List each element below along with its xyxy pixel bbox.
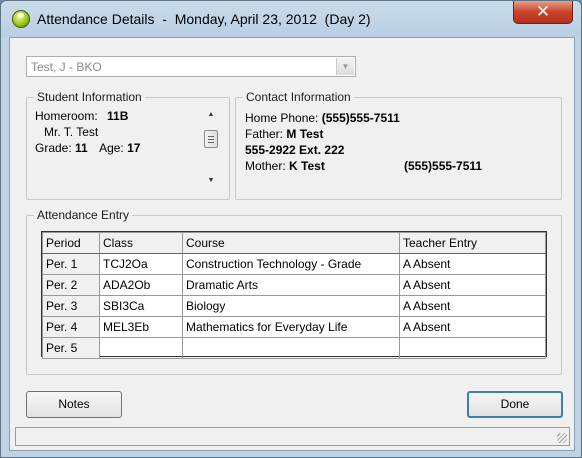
class-cell[interactable]: MEL3Eb — [99, 316, 183, 338]
teacher-entry-cell[interactable]: A Absent — [399, 253, 546, 275]
class-cell[interactable]: ADA2Ob — [99, 274, 183, 296]
course-cell[interactable]: Mathematics for Everyday Life — [182, 316, 400, 338]
father-label: Father: — [245, 127, 284, 141]
teacher-entry-cell[interactable]: A Absent — [399, 295, 546, 317]
scroll-down-arrow-icon[interactable]: ▼ — [201, 174, 221, 188]
notes-button[interactable]: Notes — [26, 391, 122, 418]
table-row[interactable]: Per. 2 ADA2Ob Dramatic Arts A Absent — [42, 274, 546, 296]
home-phone-label: Home Phone: — [245, 111, 319, 125]
period-cell[interactable]: Per. 3 — [42, 295, 100, 317]
course-cell[interactable]: Construction Technology - Grade — [182, 253, 400, 275]
age-label: Age: — [99, 141, 124, 155]
scroll-up-arrow-icon[interactable]: ▲ — [201, 108, 221, 122]
father-line: Father: M Test — [245, 127, 323, 141]
homeroom-line: Homeroom: 11B — [35, 109, 128, 123]
scroll-thumb[interactable] — [204, 130, 218, 148]
mother-label: Mother: — [245, 159, 286, 173]
class-cell[interactable]: TCJ2Oa — [99, 253, 183, 275]
column-header-teacher-entry[interactable]: Teacher Entry — [399, 232, 546, 254]
student-info-scrollbar[interactable]: ▲ ▼ — [201, 108, 221, 188]
resize-grip-icon[interactable] — [557, 433, 567, 443]
age-value: 17 — [127, 141, 141, 155]
contact-information-legend: Contact Information — [243, 90, 354, 104]
course-cell[interactable] — [182, 337, 400, 359]
period-cell[interactable]: Per. 5 — [42, 337, 100, 359]
mother-value: K Test — [289, 159, 325, 173]
column-header-class[interactable]: Class — [99, 232, 183, 254]
table-row[interactable]: Per. 3 SBI3Ca Biology A Absent — [42, 295, 546, 317]
window-title: Attendance Details - Monday, April 23, 2… — [37, 11, 371, 27]
homeroom-value: 11B — [107, 109, 129, 123]
teacher-entry-cell[interactable]: A Absent — [399, 274, 546, 296]
class-cell[interactable] — [99, 337, 183, 359]
table-row[interactable]: Per. 1 TCJ2Oa Construction Technology - … — [42, 253, 546, 275]
table-row[interactable]: Per. 5 — [42, 337, 546, 359]
contact-information-group: Contact Information Home Phone: (555)555… — [235, 90, 562, 200]
table-row[interactable]: Per. 4 MEL3Eb Mathematics for Everyday L… — [42, 316, 546, 338]
course-cell[interactable]: Biology — [182, 295, 400, 317]
student-information-group: Student Information Homeroom: 11B Mr. T.… — [26, 90, 230, 200]
period-cell[interactable]: Per. 2 — [42, 274, 100, 296]
column-header-course[interactable]: Course — [182, 232, 400, 254]
homeroom-teacher: Mr. T. Test — [44, 125, 99, 139]
home-phone-value: (555)555-7511 — [321, 111, 400, 125]
attendance-entry-legend: Attendance Entry — [34, 208, 133, 222]
app-icon — [12, 10, 30, 28]
course-cell[interactable]: Dramatic Arts — [182, 274, 400, 296]
dialog-body: Test, J - BKO ▼ Student Information Home… — [9, 37, 575, 451]
grade-value: 11 — [75, 141, 88, 155]
attendance-table[interactable]: Period Class Course Teacher Entry Per. 1… — [41, 231, 547, 359]
teacher-entry-cell[interactable] — [399, 337, 546, 359]
mother-line: Mother: K Test — [245, 159, 325, 173]
home-phone-line: Home Phone: (555)555-7511 — [245, 111, 400, 125]
attendance-details-window: Attendance Details - Monday, April 23, 2… — [0, 0, 582, 458]
period-cell[interactable]: Per. 4 — [42, 316, 100, 338]
done-button[interactable]: Done — [467, 391, 563, 418]
homeroom-label: Homeroom: — [35, 109, 98, 123]
father-value: M Test — [286, 127, 324, 141]
student-select[interactable]: Test, J - BKO ▼ — [26, 56, 356, 77]
column-header-period[interactable]: Period — [42, 232, 100, 254]
grade-label: Grade: — [35, 141, 72, 155]
father-phone: 555-2922 Ext. 222 — [245, 143, 345, 157]
chevron-down-icon[interactable]: ▼ — [336, 58, 354, 75]
mother-phone: (555)555-7511 — [404, 159, 483, 173]
teacher-entry-cell[interactable]: A Absent — [399, 316, 546, 338]
class-cell[interactable]: SBI3Ca — [99, 295, 183, 317]
status-bar — [15, 427, 570, 446]
student-information-legend: Student Information — [34, 90, 145, 104]
close-button[interactable]: ✕ — [513, 1, 573, 24]
period-cell[interactable]: Per. 1 — [42, 253, 100, 275]
student-select-value: Test, J - BKO — [31, 60, 102, 74]
grade-age-line: Grade: 11 Age: 17 — [35, 141, 140, 155]
title-bar[interactable]: Attendance Details - Monday, April 23, 2… — [1, 1, 581, 37]
attendance-header-row: Period Class Course Teacher Entry — [42, 232, 546, 254]
